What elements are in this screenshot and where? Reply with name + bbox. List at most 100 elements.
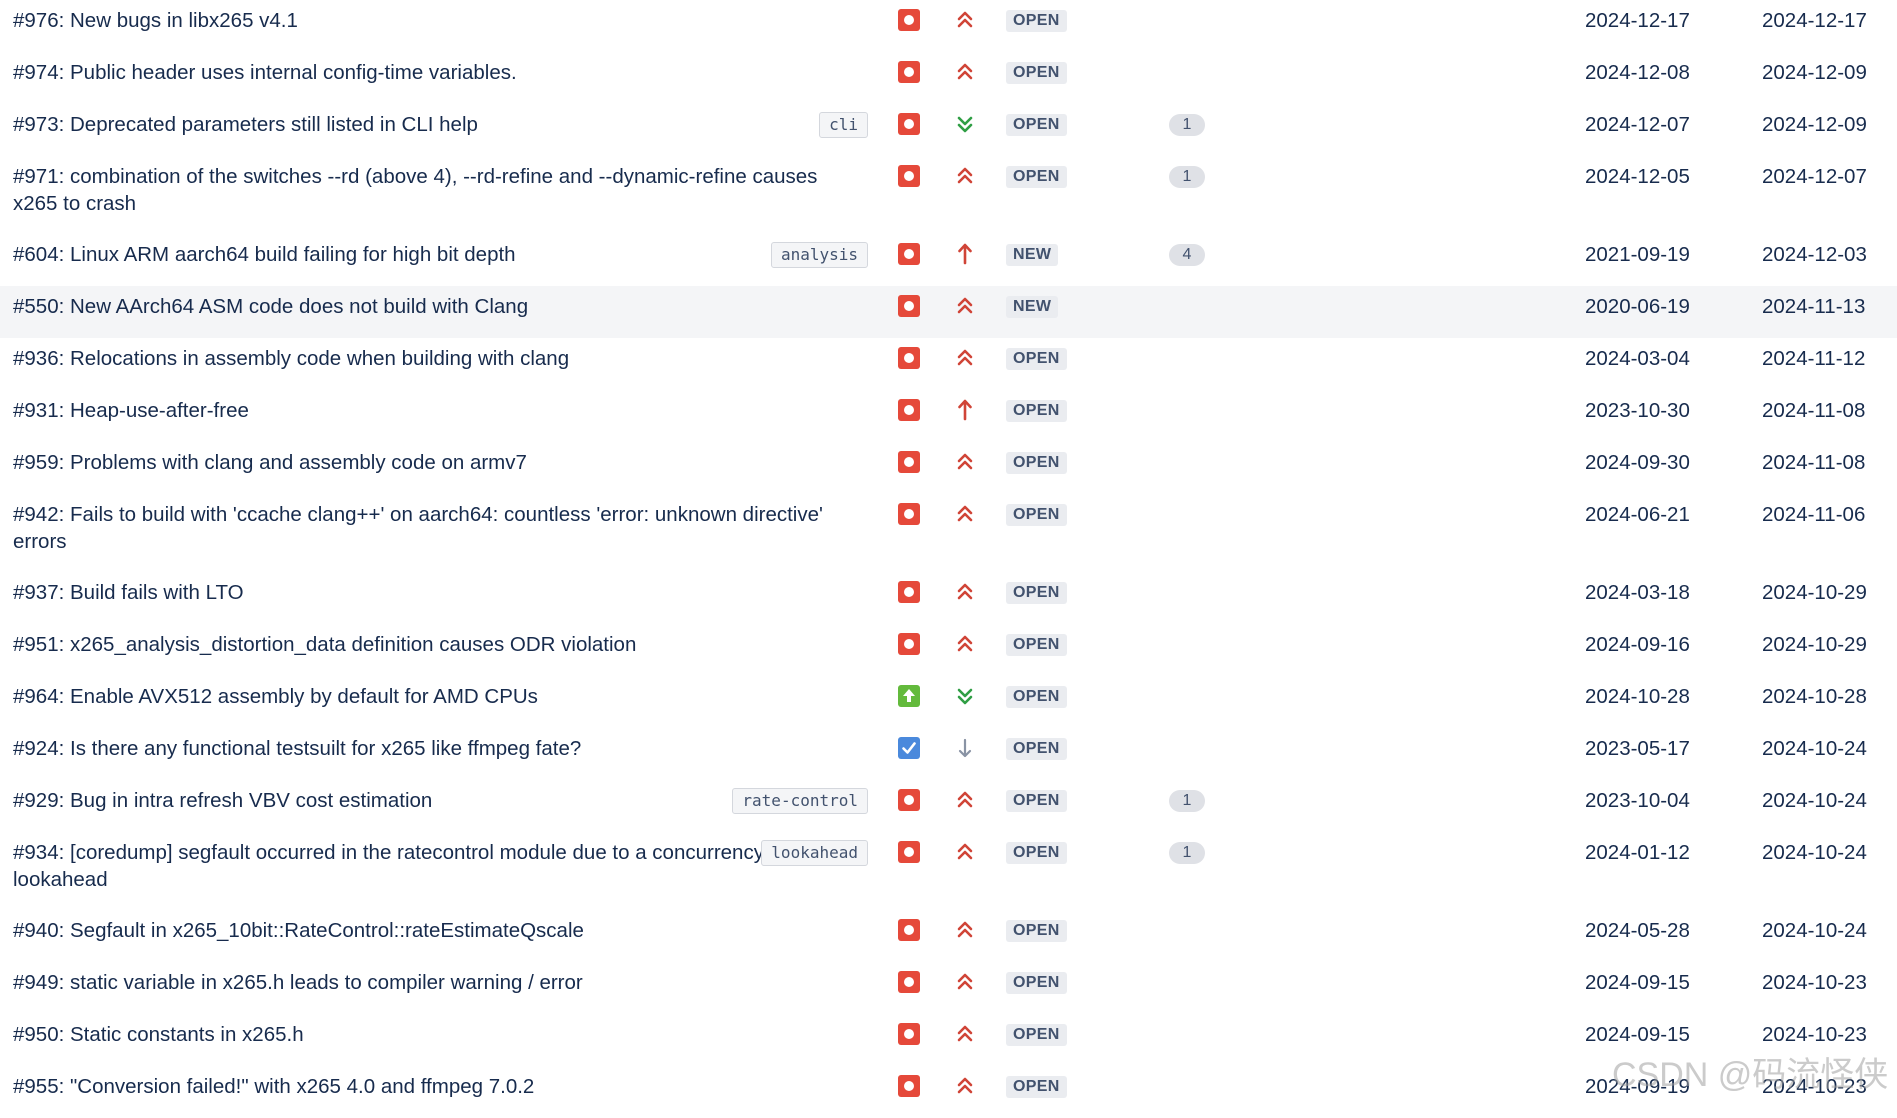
issue-summary-link[interactable]: #942: Fails to build with 'ccache clang+… bbox=[13, 501, 853, 555]
priority-high-icon bbox=[953, 788, 977, 812]
issue-summary-link[interactable]: #971: combination of the switches --rd (… bbox=[13, 163, 853, 217]
priority-high-icon bbox=[953, 502, 977, 526]
comment-count-badge: 1 bbox=[1169, 114, 1205, 136]
created-date: 2024-09-16 bbox=[1585, 633, 1690, 656]
issue-summary-link[interactable]: #940: Segfault in x265_10bit::RateContro… bbox=[13, 917, 853, 944]
status-lozenge: OPEN bbox=[1006, 790, 1067, 812]
issue-row[interactable]: #604: Linux ARM aarch64 build failing fo… bbox=[0, 234, 1897, 286]
issue-summary-link[interactable]: #934: [coredump] segfault occurred in th… bbox=[13, 839, 853, 893]
issue-type-bug-icon bbox=[898, 347, 920, 369]
priority-high-icon bbox=[953, 8, 977, 32]
issue-summary-link[interactable]: #973: Deprecated parameters still listed… bbox=[13, 111, 853, 138]
updated-date: 2024-10-29 bbox=[1762, 581, 1867, 604]
created-date: 2024-10-28 bbox=[1585, 685, 1690, 708]
issue-summary-link[interactable]: #931: Heap-use-after-free bbox=[13, 397, 853, 424]
issue-row[interactable]: #974: Public header uses internal config… bbox=[0, 52, 1897, 104]
issue-summary-link[interactable]: #929: Bug in intra refresh VBV cost esti… bbox=[13, 787, 853, 814]
issue-label[interactable]: analysis bbox=[770, 242, 868, 268]
issue-summary-link[interactable]: #974: Public header uses internal config… bbox=[13, 59, 853, 86]
issue-type-improvement-icon bbox=[898, 685, 920, 707]
created-date: 2024-05-28 bbox=[1585, 919, 1690, 942]
issue-row[interactable]: #964: Enable AVX512 assembly by default … bbox=[0, 676, 1897, 728]
issue-row[interactable]: #976: New bugs in libx265 v4.1 OPEN 2024-1… bbox=[0, 0, 1897, 52]
updated-date: 2024-10-24 bbox=[1762, 919, 1867, 942]
issue-row[interactable]: #929: Bug in intra refresh VBV cost esti… bbox=[0, 780, 1897, 832]
created-date: 2023-10-04 bbox=[1585, 789, 1690, 812]
updated-date: 2024-11-13 bbox=[1762, 295, 1866, 318]
status-lozenge: OPEN bbox=[1006, 972, 1067, 994]
updated-date: 2024-12-09 bbox=[1762, 113, 1867, 136]
issue-row[interactable]: #940: Segfault in x265_10bit::RateContro… bbox=[0, 910, 1897, 962]
created-date: 2021-09-19 bbox=[1585, 243, 1690, 266]
created-date: 2023-10-30 bbox=[1585, 399, 1690, 422]
updated-date: 2024-10-28 bbox=[1762, 685, 1867, 708]
issue-type-bug-icon bbox=[898, 841, 920, 863]
issue-summary-link[interactable]: #937: Build fails with LTO bbox=[13, 579, 853, 606]
priority-high-icon bbox=[953, 450, 977, 474]
status-lozenge: OPEN bbox=[1006, 842, 1067, 864]
issue-row[interactable]: #550: New AArch64 ASM code does not buil… bbox=[0, 286, 1897, 338]
issue-type-bug-icon bbox=[898, 503, 920, 525]
issue-type-bug-icon bbox=[898, 113, 920, 135]
issue-summary-link[interactable]: #955: "Conversion failed!" with x265 4.0… bbox=[13, 1073, 853, 1100]
issue-summary-link[interactable]: #936: Relocations in assembly code when … bbox=[13, 345, 853, 372]
issue-type-bug-icon bbox=[898, 971, 920, 993]
status-lozenge: OPEN bbox=[1006, 582, 1067, 604]
issue-summary-link[interactable]: #950: Static constants in x265.h bbox=[13, 1021, 853, 1048]
status-lozenge: OPEN bbox=[1006, 634, 1067, 656]
issue-row[interactable]: #934: [coredump] segfault occurred in th… bbox=[0, 832, 1897, 910]
priority-high-icon bbox=[953, 632, 977, 656]
issue-row[interactable]: #973: Deprecated parameters still listed… bbox=[0, 104, 1897, 156]
issue-row[interactable]: #949: static variable in x265.h leads to… bbox=[0, 962, 1897, 1014]
issue-row[interactable]: #924: Is there any functional testsuilt … bbox=[0, 728, 1897, 780]
updated-date: 2024-10-23 bbox=[1762, 1023, 1867, 1046]
status-lozenge: OPEN bbox=[1006, 114, 1067, 136]
comment-count-badge: 1 bbox=[1169, 790, 1205, 812]
created-date: 2024-12-05 bbox=[1585, 165, 1690, 188]
issue-row[interactable]: #959: Problems with clang and assembly c… bbox=[0, 442, 1897, 494]
comment-count-badge: 1 bbox=[1169, 166, 1205, 188]
priority-lowest-icon bbox=[953, 112, 977, 136]
status-lozenge: OPEN bbox=[1006, 10, 1067, 32]
issue-summary-link[interactable]: #949: static variable in x265.h leads to… bbox=[13, 969, 853, 996]
updated-date: 2024-10-24 bbox=[1762, 841, 1867, 864]
updated-date: 2024-12-17 bbox=[1762, 9, 1867, 32]
priority-high-icon bbox=[953, 1074, 977, 1098]
issue-type-bug-icon bbox=[898, 9, 920, 31]
issue-row[interactable]: #937: Build fails with LTO OPEN 2024-03-18… bbox=[0, 572, 1897, 624]
issue-row[interactable]: #931: Heap-use-after-free OPEN 2023-10-30 2… bbox=[0, 390, 1897, 442]
issue-summary-link[interactable]: #959: Problems with clang and assembly c… bbox=[13, 449, 853, 476]
issue-type-bug-icon bbox=[898, 295, 920, 317]
issue-label[interactable]: rate-control bbox=[732, 788, 868, 814]
priority-lowest-icon bbox=[953, 684, 977, 708]
issue-type-bug-icon bbox=[898, 61, 920, 83]
issue-summary-link[interactable]: #604: Linux ARM aarch64 build failing fo… bbox=[13, 241, 853, 268]
status-lozenge: OPEN bbox=[1006, 400, 1067, 422]
status-lozenge: OPEN bbox=[1006, 920, 1067, 942]
issue-summary-link[interactable]: #976: New bugs in libx265 v4.1 bbox=[13, 7, 853, 34]
issue-row[interactable]: #951: x265_analysis_distortion_data defi… bbox=[0, 624, 1897, 676]
issue-row[interactable]: #971: combination of the switches --rd (… bbox=[0, 156, 1897, 234]
status-lozenge: OPEN bbox=[1006, 348, 1067, 370]
created-date: 2020-06-19 bbox=[1585, 295, 1690, 318]
priority-high-icon bbox=[953, 970, 977, 994]
created-date: 2024-12-17 bbox=[1585, 9, 1690, 32]
priority-high-icon bbox=[953, 840, 977, 864]
status-lozenge: OPEN bbox=[1006, 1024, 1067, 1046]
priority-highest-icon bbox=[953, 398, 977, 422]
issue-label[interactable]: lookahead bbox=[761, 840, 868, 866]
updated-date: 2024-10-23 bbox=[1762, 971, 1867, 994]
issue-summary-link[interactable]: #951: x265_analysis_distortion_data defi… bbox=[13, 631, 853, 658]
status-lozenge: OPEN bbox=[1006, 62, 1067, 84]
priority-high-icon bbox=[953, 918, 977, 942]
comment-count-badge: 1 bbox=[1169, 842, 1205, 864]
issue-summary-link[interactable]: #550: New AArch64 ASM code does not buil… bbox=[13, 293, 853, 320]
issue-label[interactable]: cli bbox=[819, 112, 868, 138]
issue-row[interactable]: #942: Fails to build with 'ccache clang+… bbox=[0, 494, 1897, 572]
issue-summary-link[interactable]: #964: Enable AVX512 assembly by default … bbox=[13, 683, 853, 710]
issue-summary-link[interactable]: #924: Is there any functional testsuilt … bbox=[13, 735, 853, 762]
issue-row[interactable]: #936: Relocations in assembly code when … bbox=[0, 338, 1897, 390]
priority-low-icon bbox=[953, 736, 977, 760]
updated-date: 2024-11-08 bbox=[1762, 399, 1866, 422]
status-lozenge: NEW bbox=[1006, 296, 1059, 318]
